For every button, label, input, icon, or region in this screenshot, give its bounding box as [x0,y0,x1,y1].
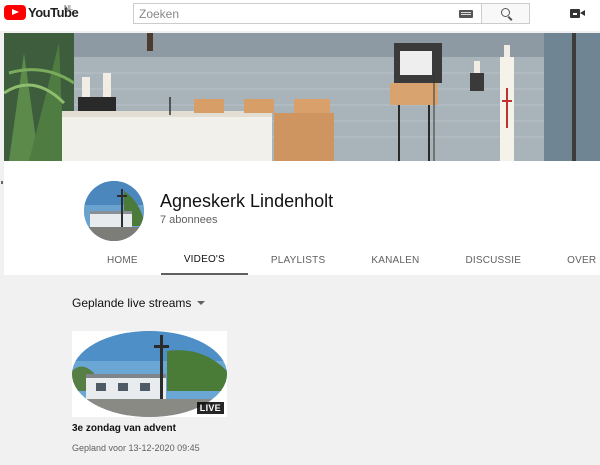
video-schedule: Gepland voor 13-12-2020 09:45 [72,443,200,453]
keyboard-icon[interactable] [459,10,473,18]
tab-channels[interactable]: KANALEN [348,245,442,275]
tab-home[interactable]: HOME [84,245,161,275]
avatar-church-image [84,181,144,241]
section-title-label: Geplande live streams [72,296,192,310]
channel-banner [4,33,600,161]
channel-tabs: HOME VIDEO'S PLAYLISTS KANALEN DISCUSSIE… [84,245,600,275]
subscriber-count: 7 abonnees [160,214,218,226]
section-title-dropdown[interactable]: Geplande live streams [72,296,206,310]
channel-header: Agneskerk Lindenholt 7 abonnees HOME VID… [4,161,600,275]
create-video-icon[interactable] [570,9,585,18]
tab-playlists[interactable]: PLAYLISTS [248,245,348,275]
logo-region: NL [64,5,73,12]
tab-about[interactable]: OVER [544,245,600,275]
search-box [133,3,482,24]
video-thumbnail[interactable]: LIVE [72,331,227,417]
search-input[interactable] [134,4,454,23]
caret-down-icon [197,301,206,305]
youtube-play-icon [4,5,26,20]
channel-avatar[interactable] [84,181,144,241]
youtube-channel-page: YouTube NL Zoeken Agneskerk Lindenholt 7… [0,0,600,465]
divider-mark [1,181,3,184]
top-bar: YouTube NL [0,0,600,31]
live-badge: LIVE [196,402,224,414]
tab-videos[interactable]: VIDEO'S [160,245,248,275]
channel-name: Agneskerk Lindenholt [160,191,334,211]
search-icon [501,8,510,17]
tab-discussion[interactable]: DISCUSSIE [442,245,544,275]
video-title[interactable]: 3e zondag van advent [72,423,176,434]
search-button[interactable] [482,3,530,24]
banner-church-interior [4,33,600,161]
